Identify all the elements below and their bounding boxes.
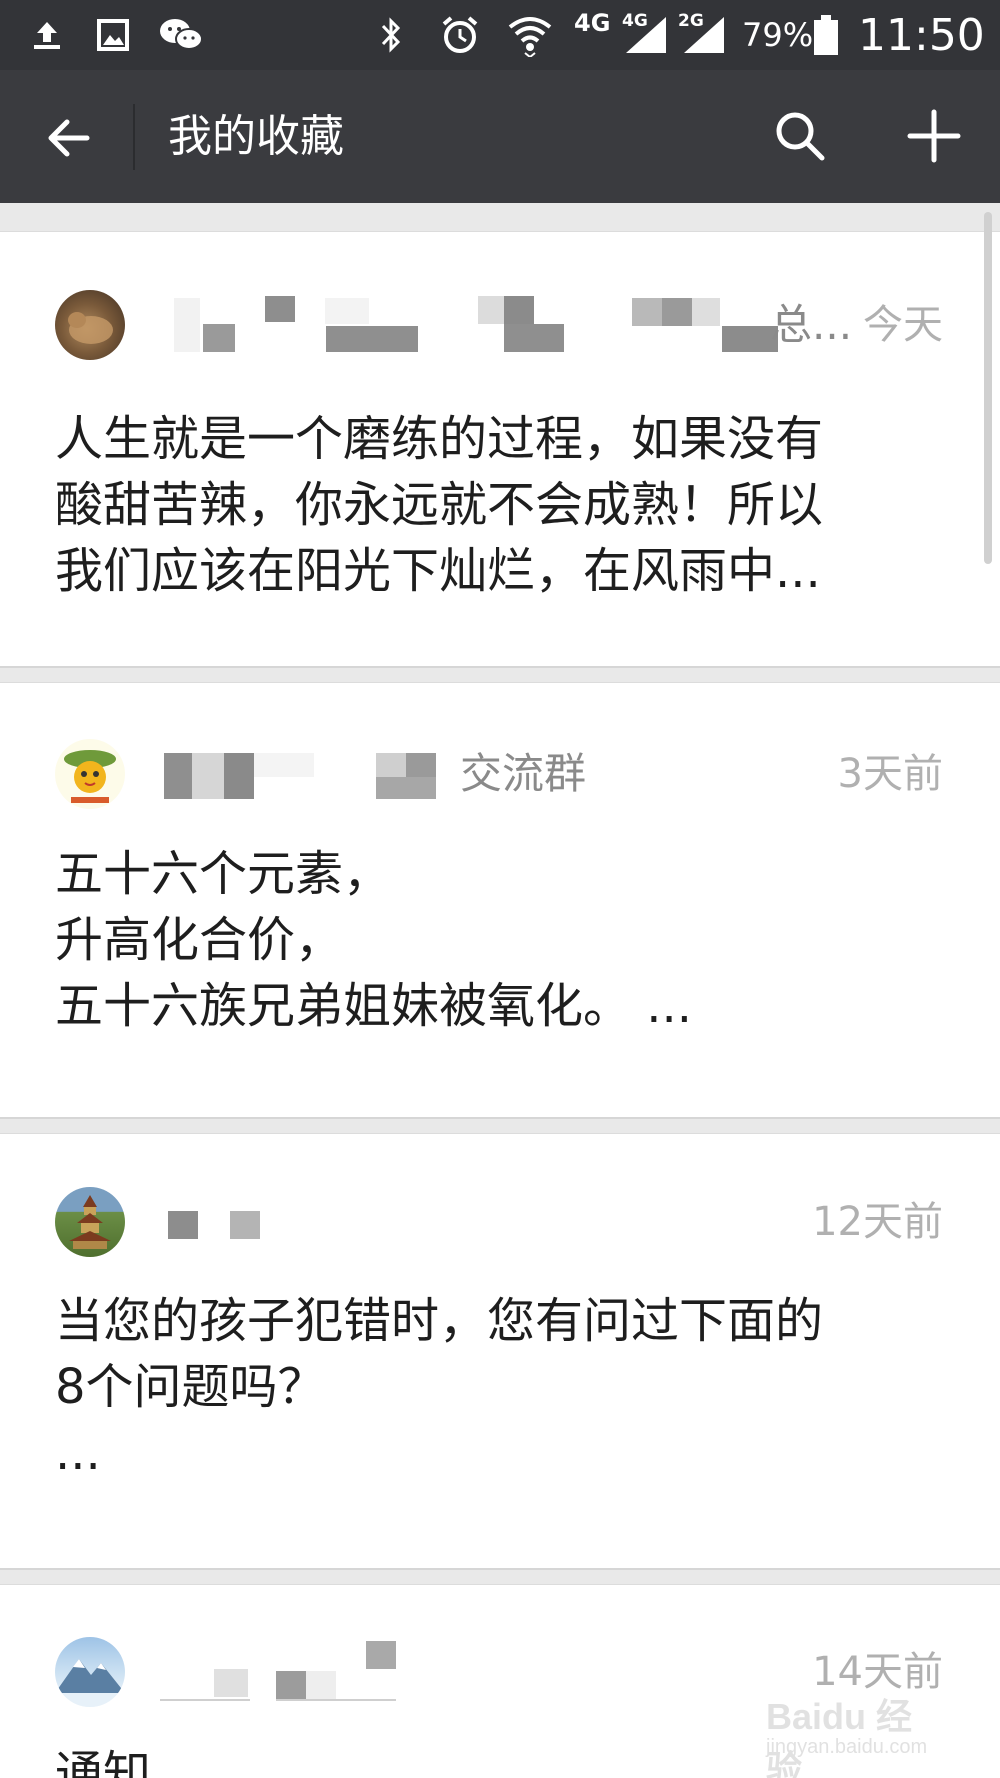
search-button[interactable] — [762, 98, 838, 174]
watermark-brand: Baidu 经验 — [766, 1696, 913, 1778]
wechat-icon — [158, 0, 204, 70]
blurred-text — [692, 298, 720, 326]
blurred-text — [366, 1641, 396, 1669]
blurred-text — [632, 298, 662, 326]
bluetooth-icon — [378, 0, 404, 70]
favorite-item[interactable]: 交流群 3天前 五十六个元素， 升高化合价， 五十六族兄弟姐妹被氧化。 ... — [0, 682, 1000, 1119]
text-line: 我们应该在阳光下灿烂，在风雨中... — [55, 543, 821, 599]
text-line: 五十六个元素， — [55, 846, 392, 902]
back-button[interactable] — [30, 100, 106, 176]
avatar — [55, 290, 125, 360]
text-line: 8个问题吗？ — [55, 1359, 326, 1415]
blurred-text — [276, 1671, 306, 1699]
blurred-text — [168, 1211, 198, 1239]
avatar — [55, 1187, 125, 1257]
blurred-text — [214, 1669, 248, 1697]
text-line: 人生就是一个磨练的过程，如果没有 — [55, 411, 824, 467]
blurred-text — [265, 296, 295, 322]
item-time: 今天 — [863, 302, 943, 348]
blurred-text — [376, 753, 406, 777]
upload-icon — [30, 0, 64, 70]
blurred-text — [160, 1699, 250, 1701]
clock: 11:50 — [858, 9, 985, 61]
battery-icon — [812, 0, 840, 70]
source-name: 交流群 — [160, 739, 780, 809]
blurred-text — [504, 296, 534, 324]
source-name: 总... — [160, 290, 852, 360]
item-time: 3天前 — [837, 751, 943, 797]
blurred-text — [276, 1699, 396, 1701]
battery-percent: 79% — [742, 16, 814, 54]
blurred-text — [164, 753, 192, 799]
app-bar: 我的收藏 — [0, 70, 1000, 203]
signal-label-2: 2G — [678, 11, 704, 31]
blurred-text — [203, 324, 235, 352]
source-name-suffix: 总... — [770, 300, 853, 349]
search-icon — [776, 112, 825, 161]
pagoda-avatar-icon — [69, 1195, 111, 1249]
source-name — [160, 1187, 780, 1257]
network-type: 4G — [574, 9, 611, 37]
blurred-text — [306, 1671, 336, 1699]
source-name-suffix: 交流群 — [460, 749, 587, 798]
blurred-text — [325, 298, 369, 324]
watermark-url: jingyan.baidu.com — [766, 1736, 928, 1758]
back-arrow-icon — [48, 119, 90, 157]
blurred-text — [406, 753, 436, 777]
toolbar-divider — [133, 104, 135, 170]
mountain-avatar-icon — [55, 1659, 125, 1707]
item-text: 当您的孩子犯错时，您有问过下面的 8个问题吗？ ... — [55, 1288, 945, 1486]
favorite-item[interactable]: 12天前 当您的孩子犯错时，您有问过下面的 8个问题吗？ ... — [0, 1133, 1000, 1570]
blurred-text — [174, 298, 200, 352]
blurred-text — [662, 298, 692, 326]
item-time: 12天前 — [812, 1199, 943, 1245]
page-title: 我的收藏 — [168, 111, 344, 162]
blurred-text — [504, 324, 564, 352]
text-line: 升高化合价， — [55, 912, 344, 968]
avatar — [55, 739, 125, 809]
baidu-watermark: Baidu 经验 jingyan.baidu.com — [766, 1688, 946, 1778]
avatar — [55, 1637, 125, 1707]
item-text: 五十六个元素， 升高化合价， 五十六族兄弟姐妹被氧化。 ... — [55, 841, 945, 1039]
source-name — [160, 1637, 780, 1707]
blurred-text — [192, 753, 224, 799]
text-line: 酸甜苦辣，你永远就不会成熟！所以 — [55, 477, 824, 533]
blurred-text — [254, 753, 314, 777]
text-line: 五十六族兄弟姐妹被氧化。 ... — [55, 978, 693, 1034]
blurred-text — [376, 777, 436, 799]
blurred-text — [326, 326, 418, 352]
favorite-item[interactable]: 总... 今天 人生就是一个磨练的过程，如果没有 酸甜苦辣，你永远就不会成熟！所… — [0, 231, 1000, 668]
wifi-icon — [506, 0, 554, 70]
item-text: 人生就是一个磨练的过程，如果没有 酸甜苦辣，你永远就不会成熟！所以 我们应该在阳… — [55, 406, 945, 604]
favorites-list[interactable]: 总... 今天 人生就是一个磨练的过程，如果没有 酸甜苦辣，你永远就不会成熟！所… — [0, 203, 1000, 1778]
text-line: ... — [55, 1425, 101, 1481]
scrollbar[interactable] — [984, 212, 992, 564]
signal-label-1: 4G — [622, 11, 648, 31]
blurred-text — [224, 753, 254, 799]
status-bar: 4G 4G 2G 79% 11:50 — [0, 0, 1000, 70]
plus-icon — [907, 109, 961, 163]
text-line: 当您的孩子犯错时，您有问过下面的 — [55, 1293, 824, 1349]
cartoon-avatar-icon — [64, 750, 116, 803]
image-icon — [96, 0, 130, 70]
add-button[interactable] — [896, 98, 972, 174]
blurred-text — [478, 296, 504, 324]
alarm-icon — [440, 0, 480, 70]
blurred-text — [230, 1211, 260, 1239]
cat-avatar-icon — [68, 312, 113, 344]
